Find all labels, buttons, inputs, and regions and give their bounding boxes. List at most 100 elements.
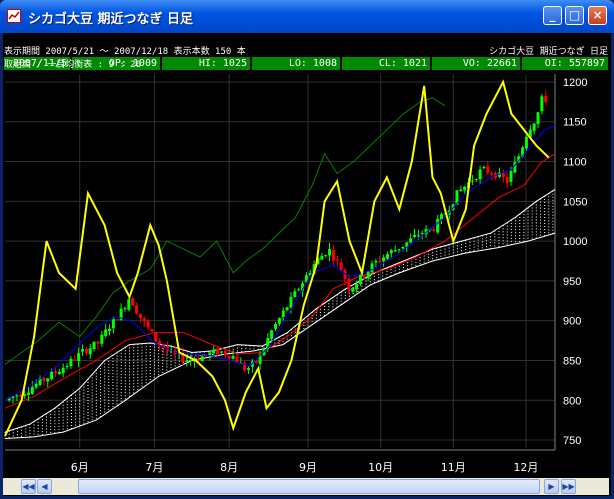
candle-up — [108, 328, 112, 332]
price-chart[interactable]: 1200 1150 1100 1050 1000 950 900 850 800 750 6月 7月 8… — [3, 72, 607, 476]
candle-down — [158, 341, 162, 345]
candle-up — [532, 123, 536, 131]
candle-up — [50, 371, 54, 380]
candle-up — [416, 235, 420, 237]
candle-down — [150, 329, 154, 332]
scroll-right-button[interactable]: ▶ — [544, 479, 559, 494]
x-tick-label: 8月 — [220, 461, 238, 474]
x-tick-label: 10月 — [368, 461, 393, 474]
candle-down — [347, 278, 351, 291]
candle-up — [536, 112, 540, 125]
scroll-left-button[interactable]: ◀ — [37, 479, 52, 494]
candle-up — [274, 323, 278, 329]
candle-up — [293, 291, 297, 297]
x-tick-label: 6月 — [71, 461, 89, 474]
quote-volume: VO: 22661 — [432, 57, 520, 70]
candle-up — [270, 330, 274, 339]
candle-up — [397, 249, 401, 251]
x-tick-label: 11月 — [441, 461, 466, 474]
candle-up — [366, 271, 370, 279]
candle-up — [212, 349, 216, 354]
candle-down — [505, 177, 509, 183]
scroll-first-button[interactable]: ◀◀ — [21, 479, 36, 494]
candle-up — [370, 263, 374, 273]
candle-up — [127, 299, 131, 310]
candle-up — [540, 96, 544, 112]
y-tick-label: 950 — [563, 276, 581, 288]
y-tick-label: 850 — [563, 355, 581, 367]
candle-down — [216, 348, 220, 354]
candle-up — [509, 171, 513, 182]
candle-down — [501, 173, 505, 178]
candle-down — [235, 356, 239, 363]
chart-app-icon — [7, 9, 21, 23]
candle-down — [146, 320, 150, 328]
candle-up — [358, 274, 362, 284]
title-bar[interactable]: シカゴ大豆 期近つなぎ 日足 _ □ × — [0, 0, 614, 33]
candle-up — [92, 341, 96, 350]
candle-up — [285, 307, 289, 311]
y-tick-label: 1050 — [563, 196, 587, 208]
candle-up — [200, 356, 204, 362]
horizontal-scrollbar[interactable]: ◀◀ ◀ ▶ ▶▶ — [3, 478, 609, 495]
display-range-text: 表示期間 2007/5/21 ～ 2007/12/18 表示本数 150 本 — [4, 47, 246, 57]
candle-up — [470, 180, 474, 182]
window-title: シカゴ大豆 期近つなぎ 日足 — [28, 12, 194, 27]
minimize-button[interactable]: _ — [543, 6, 562, 25]
candle-up — [281, 310, 285, 318]
candle-up — [185, 360, 189, 362]
quote-high: HI: 1025 — [162, 57, 250, 70]
candle-up — [374, 260, 378, 263]
candle-down — [42, 377, 46, 381]
candle-up — [385, 254, 389, 259]
maximize-icon: □ — [568, 8, 581, 22]
candle-up — [289, 296, 293, 308]
maximize-button[interactable]: □ — [565, 6, 584, 25]
candle-up — [231, 355, 235, 359]
candle-up — [246, 367, 250, 370]
candle-down — [432, 229, 436, 231]
candle-up — [355, 284, 359, 290]
candle-up — [46, 378, 50, 382]
candle-down — [115, 319, 119, 321]
candle-up — [57, 371, 61, 375]
tenkan-line — [4, 125, 556, 401]
quote-close: CL: 1021 — [342, 57, 430, 70]
candle-up — [80, 349, 84, 352]
close-button[interactable]: × — [588, 6, 607, 25]
candle-up — [77, 353, 81, 362]
candle-down — [96, 341, 100, 344]
y-tick-label: 1100 — [563, 157, 587, 169]
y-tick-label: 900 — [563, 316, 581, 328]
candle-down — [378, 261, 382, 263]
candle-up — [389, 250, 393, 254]
candle-up — [26, 392, 30, 395]
candle-up — [436, 218, 440, 233]
candle-down — [135, 305, 139, 314]
minimize-icon: _ — [549, 8, 556, 22]
candle-down — [196, 359, 200, 361]
candle-up — [65, 365, 69, 367]
candle-down — [53, 371, 57, 373]
candle-up — [351, 287, 355, 292]
candle-up — [459, 189, 463, 192]
candle-up — [277, 318, 281, 324]
candle-down — [362, 276, 366, 278]
y-tick-label: 1000 — [563, 236, 587, 248]
candle-up — [320, 255, 324, 260]
candle-up — [189, 360, 193, 362]
candle-up — [69, 358, 73, 367]
close-icon: × — [592, 8, 603, 22]
scroll-thumb[interactable] — [78, 479, 540, 494]
candle-up — [412, 234, 416, 237]
candle-down — [73, 359, 77, 361]
candle-up — [478, 169, 482, 180]
candle-up — [30, 387, 34, 394]
candle-up — [104, 329, 108, 336]
candle-down — [490, 173, 494, 175]
candle-up — [123, 308, 127, 310]
scroll-last-button[interactable]: ▶▶ — [561, 479, 576, 494]
open-interest-line — [4, 79, 550, 437]
y-tick-label: 1200 — [563, 77, 587, 89]
quote-open-interest: OI: 557897 — [522, 57, 608, 70]
